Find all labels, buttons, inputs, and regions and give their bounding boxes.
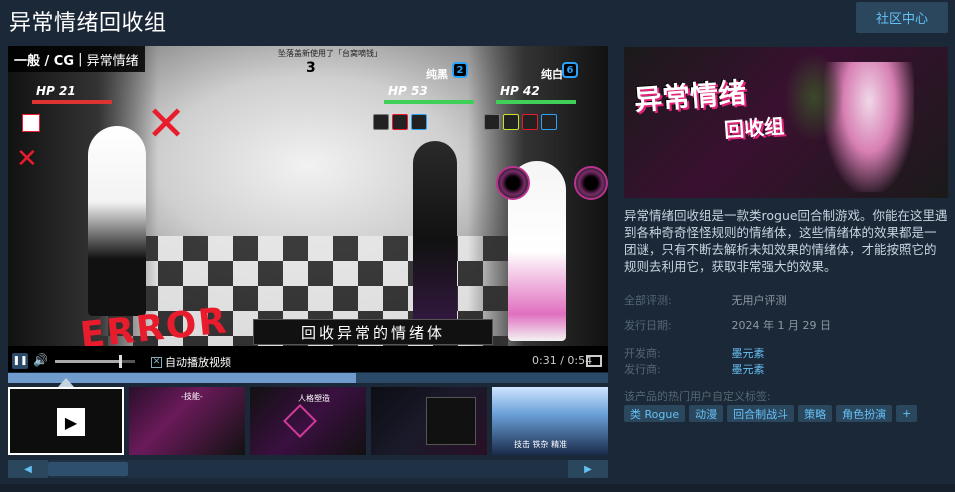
thumbnail-screenshot[interactable]: -技能- (129, 387, 245, 455)
left-enemy-hp: HP 21 (36, 84, 76, 98)
video-subtitle: 回收异常的情绪体 (253, 319, 493, 345)
thumbnail-caption: 人格塑造 (298, 394, 330, 403)
skill-icon (411, 114, 427, 130)
right-char-level: 6 (562, 62, 578, 78)
pause-button[interactable]: ❚❚ (12, 353, 28, 369)
game-description: 异常情绪回收组是一款类rogue回合制游戏。你能在这里遇到各种奇奇怪怪规则的情绪… (624, 208, 948, 274)
game-screenshot: 坠落盖新使用了「台窝嘀钱」 3 HP 21 纯黑 2 HP 53 纯白 6 HP… (8, 46, 608, 346)
thumbnail-caption: 技击 铁杂 精准 (514, 440, 568, 449)
thumbnail-screenshot[interactable]: 人格塑造 (250, 387, 366, 455)
thumbnail-screenshot[interactable] (371, 387, 487, 455)
dark-orb-icon (496, 166, 530, 200)
game-capsule-image: 异常情绪 回收组 (624, 47, 948, 198)
mid-char-hp: HP 53 (388, 84, 428, 98)
reviews-row: 全部评测: 无用户评测 (624, 292, 787, 308)
thumbnail-scrollbar[interactable]: ◀ ▶ (8, 460, 608, 478)
right-skill-row (484, 114, 557, 130)
developer-label: 开发商: (624, 347, 661, 360)
right-char-name: 纯白 (541, 68, 563, 81)
autoplay-toggle[interactable]: ✕ 自动播放视频 (151, 354, 231, 370)
thumbnail-screenshot[interactable]: 技击 铁杂 精准 (492, 387, 608, 455)
scroll-right-button[interactable]: ▶ (568, 460, 608, 478)
turn-text: 坠落盖新使用了「台窝嘀钱」 (278, 49, 382, 58)
mid-char-name: 纯黑 (426, 68, 448, 81)
skill-icon (503, 114, 519, 130)
tag-list: 类 Rogue 动漫 回合制战斗 策略 角色扮演 + (624, 405, 918, 422)
category-prefix: 一般 / CG (14, 53, 75, 69)
red-x-icon: ✕ (146, 96, 187, 152)
active-thumb-pointer (58, 378, 74, 387)
mid-char-hp-bar (384, 100, 474, 104)
release-date-label: 发行日期: (624, 319, 672, 332)
tag-item[interactable]: 动漫 (689, 405, 724, 422)
left-enemy-hp-bar (32, 100, 112, 104)
scrollbar-thumb[interactable] (48, 462, 128, 476)
release-date-value: 2024 年 1 月 29 日 (731, 319, 831, 332)
skill-icon (484, 114, 500, 130)
developer-link[interactable]: 墨元素 (732, 347, 765, 360)
tag-item[interactable]: 类 Rogue (624, 405, 686, 422)
tag-item[interactable]: 角色扮演 (836, 405, 893, 422)
video-controls: ❚❚ 🔊 ✕ 自动播放视频 0:31 / 0:54 (8, 350, 608, 372)
thumbnail-video[interactable]: ▶ (8, 387, 124, 455)
turn-number: 3 (306, 60, 316, 76)
video-progress-bar[interactable] (8, 373, 608, 383)
reviews-label: 全部评测: (624, 294, 672, 307)
thumbnail-caption: -技能- (181, 392, 203, 401)
community-hub-button[interactable]: 社区中心 (856, 2, 948, 33)
play-icon: ▶ (57, 408, 85, 436)
category-name: 异常情绪 (86, 53, 139, 69)
media-player[interactable]: 坠落盖新使用了「台窝嘀钱」 3 HP 21 纯黑 2 HP 53 纯白 6 HP… (8, 46, 608, 372)
volume-slider[interactable] (55, 355, 135, 368)
skill-icon (541, 114, 557, 130)
tags-label: 该产品的热门用户自定义标签: (624, 390, 771, 403)
arrow-right-icon: ▶ (584, 463, 592, 475)
capsule-title-line1: 异常情绪 (633, 76, 748, 117)
fullscreen-icon[interactable] (586, 355, 602, 367)
category-separator: | (74, 51, 87, 67)
red-x-icon: ✕ (16, 144, 38, 174)
volume-knob[interactable] (118, 355, 122, 368)
page-footer-band (0, 484, 955, 492)
pause-icon: ❚❚ (12, 356, 28, 366)
video-time: 0:31 / 0:54 (532, 354, 593, 367)
mid-skill-row (373, 114, 427, 130)
enemy-character (88, 126, 146, 316)
skill-icon (392, 114, 408, 130)
publisher-row: 发行商: 墨元素 (624, 361, 765, 377)
capsule-title-line2: 回收组 (723, 113, 785, 143)
right-char-hp-bar (496, 100, 576, 104)
skill-icon (373, 114, 389, 130)
volume-fill (55, 360, 121, 363)
skill-icon (522, 114, 538, 130)
developer-row: 开发商: 墨元素 (624, 345, 765, 361)
mid-char-level: 2 (452, 62, 468, 78)
autoplay-label: 自动播放视频 (165, 356, 231, 369)
publisher-label: 发行商: (624, 363, 661, 376)
dark-orb-icon (574, 166, 608, 200)
tag-item[interactable]: 策略 (798, 405, 833, 422)
scroll-left-button[interactable]: ◀ (8, 460, 48, 478)
release-date-row: 发行日期: 2024 年 1 月 29 日 (624, 317, 831, 333)
right-char-hp: HP 42 (500, 84, 540, 98)
checkbox-icon: ✕ (151, 356, 162, 368)
capsule-dark-figure (784, 52, 844, 142)
menu-panel (426, 397, 476, 445)
add-tag-button[interactable]: + (896, 405, 918, 422)
enemy-portrait-icon (22, 114, 40, 132)
page-title: 异常情绪回收组 (9, 11, 167, 36)
speaker-icon: 🔊 (33, 353, 48, 367)
black-character (413, 141, 457, 341)
publisher-link[interactable]: 墨元素 (732, 363, 765, 376)
reviews-value: 无用户评测 (731, 294, 787, 307)
thumbnail-strip: ▶ -技能- 人格塑造 技击 铁杂 精准 (8, 387, 608, 457)
arrow-left-icon: ◀ (24, 463, 32, 475)
category-label: 一般 / CG | 异常情绪 (8, 46, 145, 72)
skill-card-icon (283, 404, 317, 438)
volume-button[interactable]: 🔊 (33, 353, 49, 369)
tag-item[interactable]: 回合制战斗 (727, 405, 795, 422)
